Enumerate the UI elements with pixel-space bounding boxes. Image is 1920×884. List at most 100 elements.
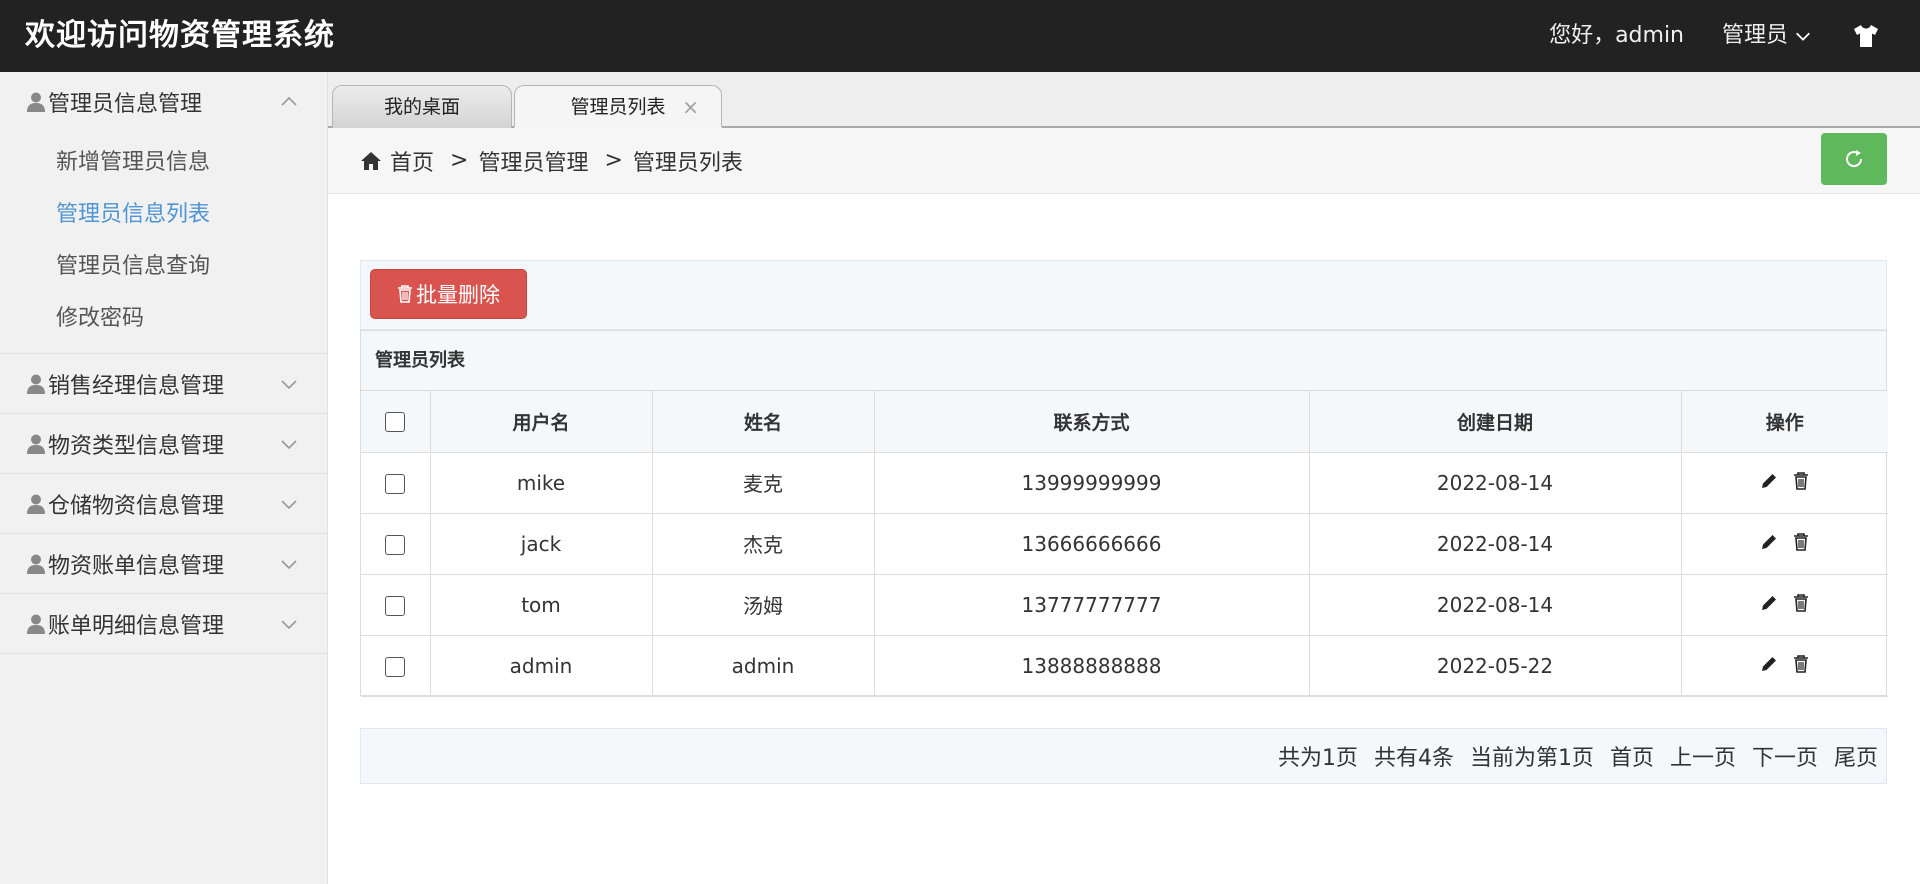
user-icon xyxy=(27,92,45,112)
chevron-down-icon xyxy=(281,440,297,450)
cell-name: 汤姆 xyxy=(651,573,875,636)
table-row: jack 杰克 13666666666 2022-08-14 xyxy=(361,512,1888,575)
cell-created: 2022-08-14 xyxy=(1308,451,1682,514)
menu-group-storage: 仓储物资信息管理 xyxy=(0,474,327,534)
breadcrumb-home[interactable]: 首页 xyxy=(390,145,434,177)
sidebar-item-admin-query[interactable]: 管理员信息查询 xyxy=(0,241,327,293)
cell-username: mike xyxy=(429,451,653,514)
delete-trash-icon[interactable] xyxy=(1792,654,1810,673)
pager-first[interactable]: 首页 xyxy=(1610,740,1654,772)
cell-name: 杰克 xyxy=(651,512,875,575)
refresh-icon xyxy=(1846,150,1863,168)
delete-trash-icon[interactable] xyxy=(1792,471,1810,490)
cell-name: 麦克 xyxy=(651,451,875,514)
cell-username: tom xyxy=(429,573,653,636)
row-checkbox[interactable] xyxy=(385,474,406,494)
sidebar-item-add-admin[interactable]: 新增管理员信息 xyxy=(0,137,327,189)
cell-actions xyxy=(1680,512,1888,575)
user-greeting: 您好，admin xyxy=(1549,23,1684,48)
action-toolbar: 批量删除 xyxy=(360,260,1887,330)
role-label: 管理员 xyxy=(1721,23,1788,48)
trash-icon xyxy=(398,285,412,303)
table-row: mike 麦克 13999999999 2022-08-14 xyxy=(361,451,1888,514)
menu-head-label: 销售经理信息管理 xyxy=(48,373,225,399)
sidebar-item-change-password[interactable]: 修改密码 xyxy=(0,293,327,345)
menu-head-storage[interactable]: 仓储物资信息管理 xyxy=(0,474,327,533)
menu-group-material-type: 物资类型信息管理 xyxy=(0,414,327,474)
cell-username: admin xyxy=(429,634,653,697)
chevron-down-icon xyxy=(281,560,297,570)
role-dropdown[interactable]: 管理员 xyxy=(1722,0,1812,72)
cell-username: jack xyxy=(429,512,653,575)
user-icon xyxy=(27,434,45,454)
cell-name: admin xyxy=(651,634,875,697)
pager-next[interactable]: 下一页 xyxy=(1752,740,1818,772)
user-icon xyxy=(27,614,45,634)
breadcrumb-level1[interactable]: 管理员管理 xyxy=(478,145,588,177)
edit-pencil-icon[interactable] xyxy=(1760,655,1778,673)
menu-head-label: 账单明细信息管理 xyxy=(48,613,225,639)
menu-head-bill[interactable]: 物资账单信息管理 xyxy=(0,534,327,593)
table-row: tom 汤姆 13777777777 2022-08-14 xyxy=(361,573,1888,636)
admin-table-panel: 管理员列表 用户名 姓名 联系方式 创建日期 操作 mike 麦克 139999… xyxy=(360,330,1888,697)
column-header: 创建日期 xyxy=(1308,391,1682,453)
cell-created: 2022-05-22 xyxy=(1308,634,1682,697)
table-row: admin admin 13888888888 2022-05-22 xyxy=(361,634,1888,697)
row-checkbox[interactable] xyxy=(385,657,406,677)
breadcrumb-separator: > xyxy=(604,148,623,173)
menu-group-admin: 管理员信息管理 新增管理员信息 管理员信息列表 管理员信息查询 修改密码 xyxy=(0,72,327,354)
select-all-checkbox[interactable] xyxy=(385,411,406,432)
menu-head-sales-manager[interactable]: 销售经理信息管理 xyxy=(0,354,327,413)
tab-desktop[interactable]: 我的桌面 xyxy=(332,85,512,128)
menu-head-label: 仓储物资信息管理 xyxy=(48,493,225,519)
edit-pencil-icon[interactable] xyxy=(1760,472,1778,490)
column-header: 姓名 xyxy=(651,391,875,453)
select-all-cell xyxy=(361,391,431,453)
tab-label: 管理员列表 xyxy=(570,96,666,118)
edit-pencil-icon[interactable] xyxy=(1760,594,1778,612)
menu-head-material-type[interactable]: 物资类型信息管理 xyxy=(0,414,327,473)
sidebar: 管理员信息管理 新增管理员信息 管理员信息列表 管理员信息查询 修改密码 销售经… xyxy=(0,72,328,884)
delete-trash-icon[interactable] xyxy=(1792,532,1810,551)
tab-bar: 我的桌面 管理员列表 × xyxy=(328,72,1920,128)
refresh-button[interactable] xyxy=(1821,133,1887,185)
edit-pencil-icon[interactable] xyxy=(1760,533,1778,551)
delete-trash-icon[interactable] xyxy=(1792,593,1810,612)
menu-head-bill-detail[interactable]: 账单明细信息管理 xyxy=(0,594,327,653)
menu-group-sales-manager: 销售经理信息管理 xyxy=(0,354,327,414)
close-icon[interactable]: × xyxy=(682,86,699,129)
chevron-down-icon xyxy=(1796,32,1810,41)
pager-prev[interactable]: 上一页 xyxy=(1670,740,1736,772)
user-icon xyxy=(27,494,45,514)
cell-actions xyxy=(1680,451,1888,514)
menu-head-admin[interactable]: 管理员信息管理 xyxy=(0,72,327,131)
sidebar-item-admin-list[interactable]: 管理员信息列表 xyxy=(0,189,327,241)
row-checkbox[interactable] xyxy=(385,535,406,555)
home-icon xyxy=(361,151,381,170)
top-header: 欢迎访问物资管理系统 您好，admin 管理员 xyxy=(0,0,1920,72)
user-icon xyxy=(27,554,45,574)
menu-group-bill-detail: 账单明细信息管理 xyxy=(0,594,327,654)
menu-head-label: 物资账单信息管理 xyxy=(48,553,225,579)
tab-admin-list[interactable]: 管理员列表 × xyxy=(514,85,722,128)
cell-created: 2022-08-14 xyxy=(1308,512,1682,575)
pager-current-page: 当前为第1页 xyxy=(1469,746,1594,771)
pager-total-pages: 共为1页 xyxy=(1277,746,1358,771)
theme-shirt-icon[interactable] xyxy=(1852,22,1880,50)
app-title: 欢迎访问物资管理系统 xyxy=(25,18,335,53)
breadcrumb-separator: > xyxy=(450,148,469,173)
pager-last[interactable]: 尾页 xyxy=(1834,740,1878,772)
column-header: 用户名 xyxy=(429,391,653,453)
pagination: 共为1页 共有4条 当前为第1页 首页 上一页 下一页 尾页 xyxy=(360,728,1887,784)
cell-created: 2022-08-14 xyxy=(1308,573,1682,636)
cell-phone: 13888888888 xyxy=(873,634,1310,697)
panel-title: 管理员列表 xyxy=(361,331,1886,391)
chevron-down-icon xyxy=(281,620,297,630)
cell-actions xyxy=(1680,634,1888,697)
user-icon xyxy=(27,374,45,394)
row-checkbox[interactable] xyxy=(385,596,406,616)
cell-phone: 13999999999 xyxy=(873,451,1310,514)
batch-delete-button[interactable]: 批量删除 xyxy=(370,269,527,319)
column-header: 联系方式 xyxy=(873,391,1310,453)
batch-delete-label: 批量删除 xyxy=(416,283,500,307)
